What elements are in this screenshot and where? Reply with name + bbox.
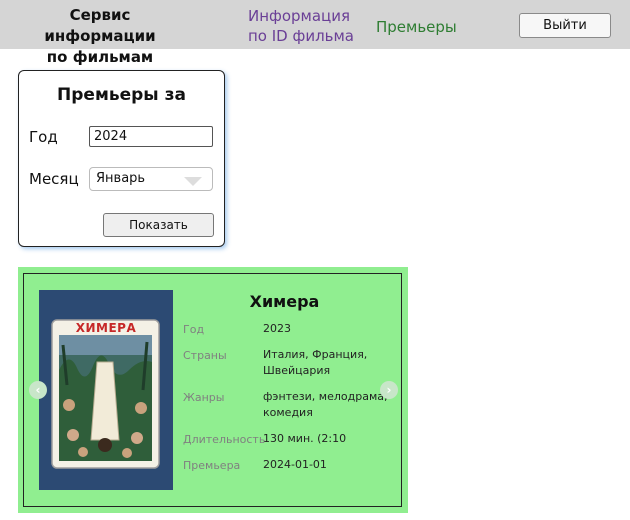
nav-link-premieres[interactable]: Премьеры [376,17,457,37]
chevron-right-icon[interactable]: › [380,381,398,399]
poster-art [39,290,173,490]
countries-field-label: Страны [183,349,227,362]
brand-line-1: Сервис информации [44,6,156,45]
duration-field-label: Длительность [183,433,266,446]
genres-field-label: Жанры [183,391,225,404]
chevron-down-icon [184,177,202,186]
brand-title[interactable]: Сервис информации по фильмам [12,5,188,68]
year-field-value: 2023 [263,322,291,335]
show-button[interactable]: Показать [103,213,214,237]
logout-button[interactable]: Выйти [519,13,611,38]
film-card: ХИМЕРА Химера Год 2023 Страны Италия, Фр… [23,273,402,507]
nav-link-film-by-id-line-1: Информация [248,7,351,25]
genres-field-value: фэнтези, мелодрама, комедия [263,390,388,419]
month-select-value: Январь [96,171,146,186]
form-title: Премьеры за [57,85,186,105]
premieres-carousel: ХИМЕРА Химера Год 2023 Страны Италия, Фр… [18,267,408,513]
countries-field-value: Италия, Франция, Швейцария [263,348,368,377]
film-poster: ХИМЕРА [39,290,173,490]
year-input[interactable]: 2024 [89,126,213,147]
top-navbar: Сервис информации по фильмам Информация … [0,0,630,66]
poster-title: ХИМЕРА [75,321,137,335]
year-label: Год [29,128,58,146]
chevron-left-icon[interactable]: ‹ [29,381,47,399]
month-select[interactable]: Январь [89,167,213,191]
premiere-field-label: Премьера [183,459,241,472]
film-title: Химера [249,292,320,311]
nav-link-film-by-id-line-2: по ID фильма [248,27,355,45]
duration-field-value: 130 мин. (2:10 [263,432,347,445]
brand-line-2: по фильмам [46,48,154,66]
premiere-field-value: 2024-01-01 [263,458,327,471]
month-label: Месяц [29,170,79,188]
premieres-filter-form: Премьеры за Год 2024 Месяц Январь Показа… [18,70,225,247]
nav-link-film-by-id[interactable]: Информация по ID фильма [248,6,354,46]
year-field-label: Год [183,323,205,336]
